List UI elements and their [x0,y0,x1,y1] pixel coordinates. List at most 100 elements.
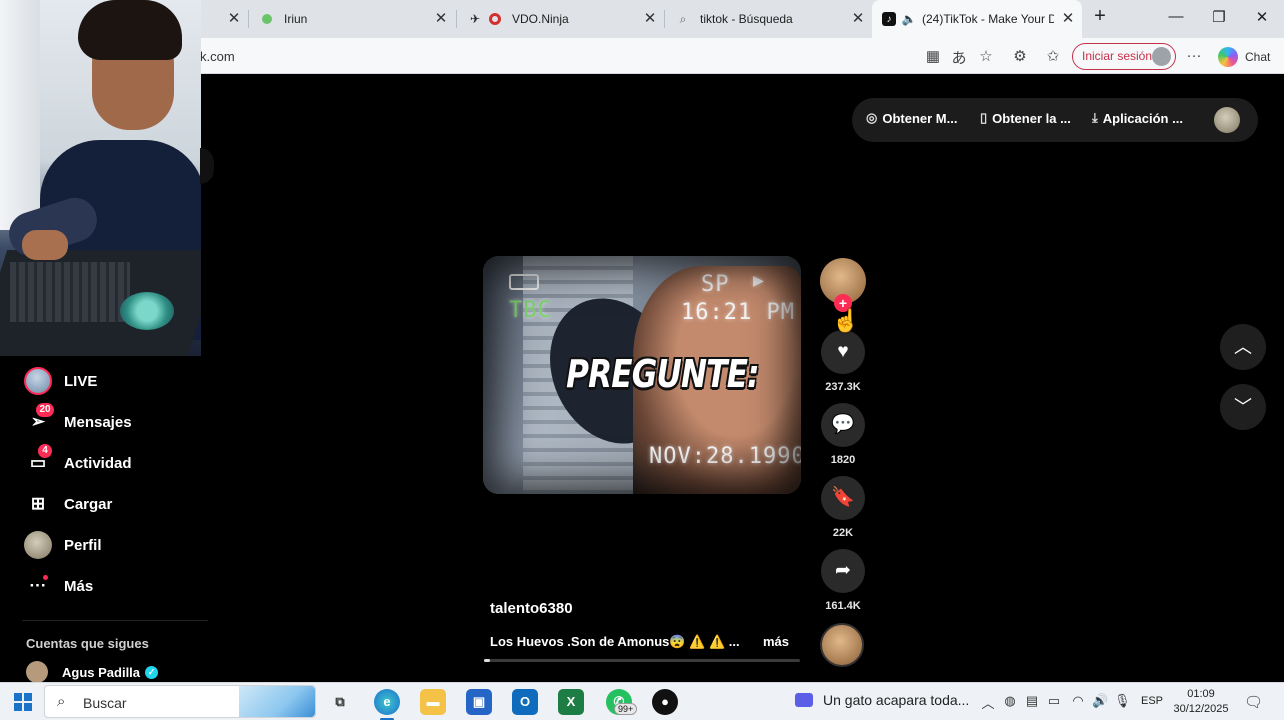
extensions-icon[interactable]: ⚙ [1011,47,1029,65]
search-icon: ⌕ [679,11,687,26]
save-button[interactable]: 🔖 [821,476,865,520]
get-app-button[interactable]: ▯ Obtener la ... [980,110,1071,126]
profile-avatar-icon [24,531,52,559]
like-button[interactable]: ♥ [821,330,865,374]
verified-icon: ✓ [145,665,159,679]
mouse-cursor-icon: ☝ [832,308,860,333]
language-indicator[interactable]: ESP [1141,695,1163,707]
close-window-icon[interactable]: ✕ [1252,8,1272,26]
tray-chevron-up-icon[interactable]: ︿ [980,693,996,712]
next-video-button[interactable]: ﹀ [1220,384,1266,430]
translate-icon[interactable]: あ [950,47,968,68]
minimize-icon[interactable]: — [1166,8,1186,25]
video-progress-fill [484,659,491,662]
clock-time: 01:09 [1187,688,1215,700]
save-count: 22K [832,527,854,539]
close-tab-icon[interactable]: ✕ [226,11,242,27]
comment-button[interactable]: 💬 [821,403,865,447]
video-description: Los Huevos .Son de Amonus😨 ⚠️ ⚠️ ... [490,634,740,649]
search-highlight-image [239,686,315,717]
close-tab-icon[interactable]: ✕ [1060,11,1076,27]
chevron-down-icon: ﹀ [1234,397,1252,417]
search-icon: ⌕ [57,693,66,710]
sidebar-item-upload[interactable]: ⊞ Cargar [24,489,112,519]
sidebar-item-more[interactable]: ··· Más [24,571,93,601]
chevron-up-icon: ︿ [1234,337,1252,357]
tab-iriun[interactable]: Iriun ✕ [250,0,455,38]
edge-icon[interactable]: e [374,689,400,715]
file-explorer-icon[interactable]: ▬ [420,689,446,715]
media-widget[interactable]: Un gato acapara toda... [795,692,969,708]
tab-tiktok-active[interactable]: ♪ 🔈 (24)TikTok - Make Your Da ✕ [872,0,1082,38]
activity-icon: ▭ 4 [24,444,52,477]
excel-icon[interactable]: X [558,689,584,715]
microphone-icon[interactable]: 🎙 [1114,693,1131,709]
more-options-icon[interactable]: ··· [1185,47,1203,64]
comment-icon: 💬 [831,414,855,435]
video-progress-bar[interactable] [484,659,800,662]
more-button[interactable]: más [763,634,789,649]
get-coins-button[interactable]: ◎ Obtener M... [866,110,957,126]
tray-battery-icon[interactable]: ▭ [1046,693,1062,709]
pin-icon: ✈ [469,12,481,26]
video-author[interactable]: talento6380 [490,600,573,617]
tab-partial[interactable]: ✕ [200,0,248,38]
close-tab-icon[interactable]: ✕ [433,11,449,27]
wifi-icon[interactable]: ◠ [1070,693,1086,709]
video-vignette [483,256,801,494]
desktop-app-button[interactable]: ⤓ Aplicación ... [1092,110,1183,126]
copilot-chat-button[interactable]: Chat [1218,47,1270,67]
volume-icon[interactable]: 🔊 [1092,693,1108,709]
following-account[interactable]: Agus Padilla ✓ [26,661,159,683]
tray-display-icon[interactable]: ▤ [1024,693,1040,709]
tiktok-icon: ♪ [882,12,896,26]
pill-label: Obtener M... [882,110,958,126]
outlook-icon[interactable]: O [512,689,538,715]
sidebar-collapse-handle[interactable] [200,148,214,184]
webcam-keyboard [10,262,130,322]
windows-start-icon[interactable] [14,693,32,711]
screen: ✕ Iriun ✕ ✈ VDO.Ninja ✕ ⌕ tiktok - Búsqu… [0,0,1284,720]
signin-button[interactable]: Iniciar sesión [1072,43,1176,70]
previous-video-button[interactable]: ︿ [1220,324,1266,370]
sidebar-item-label: Perfil [64,536,102,554]
obs-icon[interactable]: ● [652,689,678,715]
sidebar-item-messages[interactable]: ➢ 20 Mensajes [24,403,132,437]
close-tab-icon[interactable]: ✕ [642,11,658,27]
upload-plus-icon: ⊞ [30,494,46,513]
share-arrow-icon: ➦ [835,560,851,581]
sound-disc-avatar[interactable] [820,623,864,667]
close-tab-icon[interactable]: ✕ [850,11,866,27]
speaker-icon[interactable]: 🔈 [902,12,917,26]
share-count: 161.4K [825,600,861,612]
webcam-background [0,0,40,230]
url-text[interactable]: k.com [200,49,235,64]
taskbar-clock[interactable]: 01:09 30/12/2025 [1170,687,1232,717]
sidebar-item-profile[interactable]: Perfil [24,530,102,560]
profile-avatar[interactable] [1214,107,1240,133]
tab-tiktok-search[interactable]: ⌕ tiktok - Búsqueda ✕ [666,0,872,38]
favorites-icon[interactable]: ✩ [1044,47,1062,65]
tab-vdo-ninja[interactable]: ✈ VDO.Ninja ✕ [458,0,664,38]
activity-badge: 4 [38,444,52,458]
task-view-icon[interactable]: ⧉ [327,689,353,715]
live-icon [24,367,52,395]
pill-label: Aplicación ... [1102,110,1183,126]
tab-title: (24)TikTok - Make Your Da [922,12,1054,26]
tray-app-icon[interactable]: ◍ [1002,693,1018,709]
share-button[interactable]: ➦ [821,549,865,593]
sidebar-item-activity[interactable]: ▭ 4 Actividad [24,444,132,478]
new-tab-icon[interactable]: + [1090,5,1110,28]
app-available-icon[interactable]: ▦ [924,47,942,65]
webcam-person-hand [22,230,68,260]
sidebar-item-label: Más [64,577,94,595]
store-icon[interactable]: ▣ [466,689,492,715]
video-player[interactable]: TBC SP ▶ 16:21 PM PREGUNTE: NOV:28.1990 [483,256,801,494]
taskbar-search[interactable]: ⌕ Buscar [44,685,316,718]
restore-icon[interactable]: ❐ [1209,8,1229,26]
following-title: Cuentas que sigues [26,636,149,651]
notifications-icon[interactable]: 🗨 [1244,693,1263,711]
favorite-star-icon[interactable]: ☆ [977,47,995,65]
record-icon [488,12,502,26]
sidebar-item-live[interactable]: LIVE [24,366,97,396]
